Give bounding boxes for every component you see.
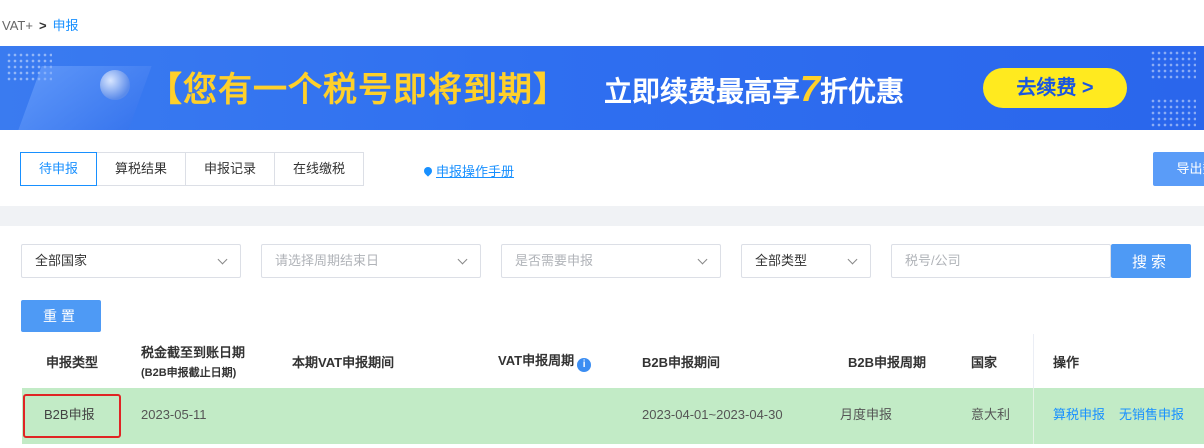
no-sales-declare-link[interactable]: 无销售申报 xyxy=(1119,388,1184,442)
header-b2b-cycle: B2B申报周期 xyxy=(848,354,927,370)
offer-number: 7 xyxy=(800,68,821,109)
header-country: 国家 xyxy=(971,354,998,370)
location-pin-icon xyxy=(422,165,434,177)
main-panel: 全部国家 请选择周期结束日 是否需要申报 全部类型 税号/公司 搜索 重置 申报… xyxy=(0,226,1204,448)
cell-b2b-period: 2023-04-01~2023-04-30 xyxy=(642,407,783,422)
renewal-banner[interactable]: 【您有一个税号即将到期】 立即续费最高享7折优惠 去续费 > xyxy=(0,46,1204,130)
info-icon[interactable]: i xyxy=(577,358,592,372)
table-header: 申报类型 税金截至到账日期 (B2B申报截止日期) 本期VAT申报期间 VAT申… xyxy=(22,334,1204,388)
type-select[interactable]: 全部类型 xyxy=(741,244,871,278)
header-vat-period: 本期VAT申报期间 xyxy=(292,354,395,370)
dots-decoration xyxy=(1150,98,1196,128)
dots-decoration xyxy=(1150,50,1196,80)
chevron-down-icon xyxy=(217,254,228,265)
tab-records[interactable]: 申报记录 xyxy=(185,152,276,186)
cube-decoration xyxy=(18,66,152,130)
cell-country: 意大利 xyxy=(971,407,1011,422)
chevron-down-icon xyxy=(457,254,468,265)
period-end-select[interactable]: 请选择周期结束日 xyxy=(261,244,481,278)
chevron-down-icon xyxy=(697,254,708,265)
header-deadline: 税金截至到账日期 (B2B申报截止日期) xyxy=(141,334,245,388)
ball-decoration xyxy=(100,70,130,100)
renew-button[interactable]: 去续费 > xyxy=(983,68,1127,108)
tabs-panel: 待申报 算税结果 申报记录 在线缴税 申报操作手册 导出数 xyxy=(0,130,1204,206)
offer-suffix: 折优惠 xyxy=(820,76,905,107)
banner-offer: 立即续费最高享7折优惠 xyxy=(604,68,904,110)
breadcrumb-root[interactable]: VAT+ xyxy=(2,18,33,33)
manual-link[interactable]: 申报操作手册 xyxy=(422,161,515,180)
country-select[interactable]: 全部国家 xyxy=(21,244,241,278)
search-button[interactable]: 搜索 xyxy=(1111,244,1191,278)
country-select-value: 全部国家 xyxy=(35,253,88,268)
tab-bar: 待申报 算税结果 申报记录 在线缴税 xyxy=(20,152,365,186)
calc-declare-link[interactable]: 算税申报 xyxy=(1053,388,1105,442)
banner-title: 【您有一个税号即将到期】 xyxy=(148,71,568,109)
header-actions: 操作 xyxy=(1053,354,1080,370)
type-select-value: 全部类型 xyxy=(755,253,808,268)
breadcrumb-separator: > xyxy=(38,18,47,33)
column-divider xyxy=(1033,334,1034,388)
header-deadline-sub: (B2B申报截止日期) xyxy=(141,367,237,379)
export-button[interactable]: 导出数 xyxy=(1153,152,1204,186)
column-divider xyxy=(1033,388,1034,444)
tab-tax-results[interactable]: 算税结果 xyxy=(96,152,187,186)
reset-button[interactable]: 重置 xyxy=(21,300,101,332)
offer-prefix: 立即续费最高享 xyxy=(604,76,801,107)
breadcrumb-current: 申报 xyxy=(52,18,79,33)
search-input[interactable]: 税号/公司 xyxy=(891,244,1111,278)
period-end-placeholder: 请选择周期结束日 xyxy=(275,253,380,268)
need-declare-select[interactable]: 是否需要申报 xyxy=(501,244,721,278)
annotation-highlight-box xyxy=(23,394,121,438)
tab-pending[interactable]: 待申报 xyxy=(20,152,98,186)
cell-deadline: 2023-05-11 xyxy=(141,407,207,422)
manual-link-label: 申报操作手册 xyxy=(436,164,515,179)
chevron-down-icon xyxy=(847,254,858,265)
search-placeholder: 税号/公司 xyxy=(905,253,961,268)
header-vat-cycle-label: VAT申报周期 xyxy=(498,353,575,368)
header-vat-cycle: VAT申报周期 i xyxy=(498,334,592,388)
need-declare-placeholder: 是否需要申报 xyxy=(515,253,594,268)
breadcrumb: VAT+ > 申报 xyxy=(0,0,1204,46)
cell-b2b-cycle: 月度申报 xyxy=(840,407,893,422)
table-row: B2B申报 2023-05-11 2023-04-01~2023-04-30 月… xyxy=(22,388,1204,444)
header-deadline-main: 税金截至到账日期 xyxy=(141,345,246,360)
header-type: 申报类型 xyxy=(46,354,99,370)
tab-online-payment[interactable]: 在线缴税 xyxy=(274,152,365,186)
header-b2b-period: B2B申报期间 xyxy=(642,354,721,370)
